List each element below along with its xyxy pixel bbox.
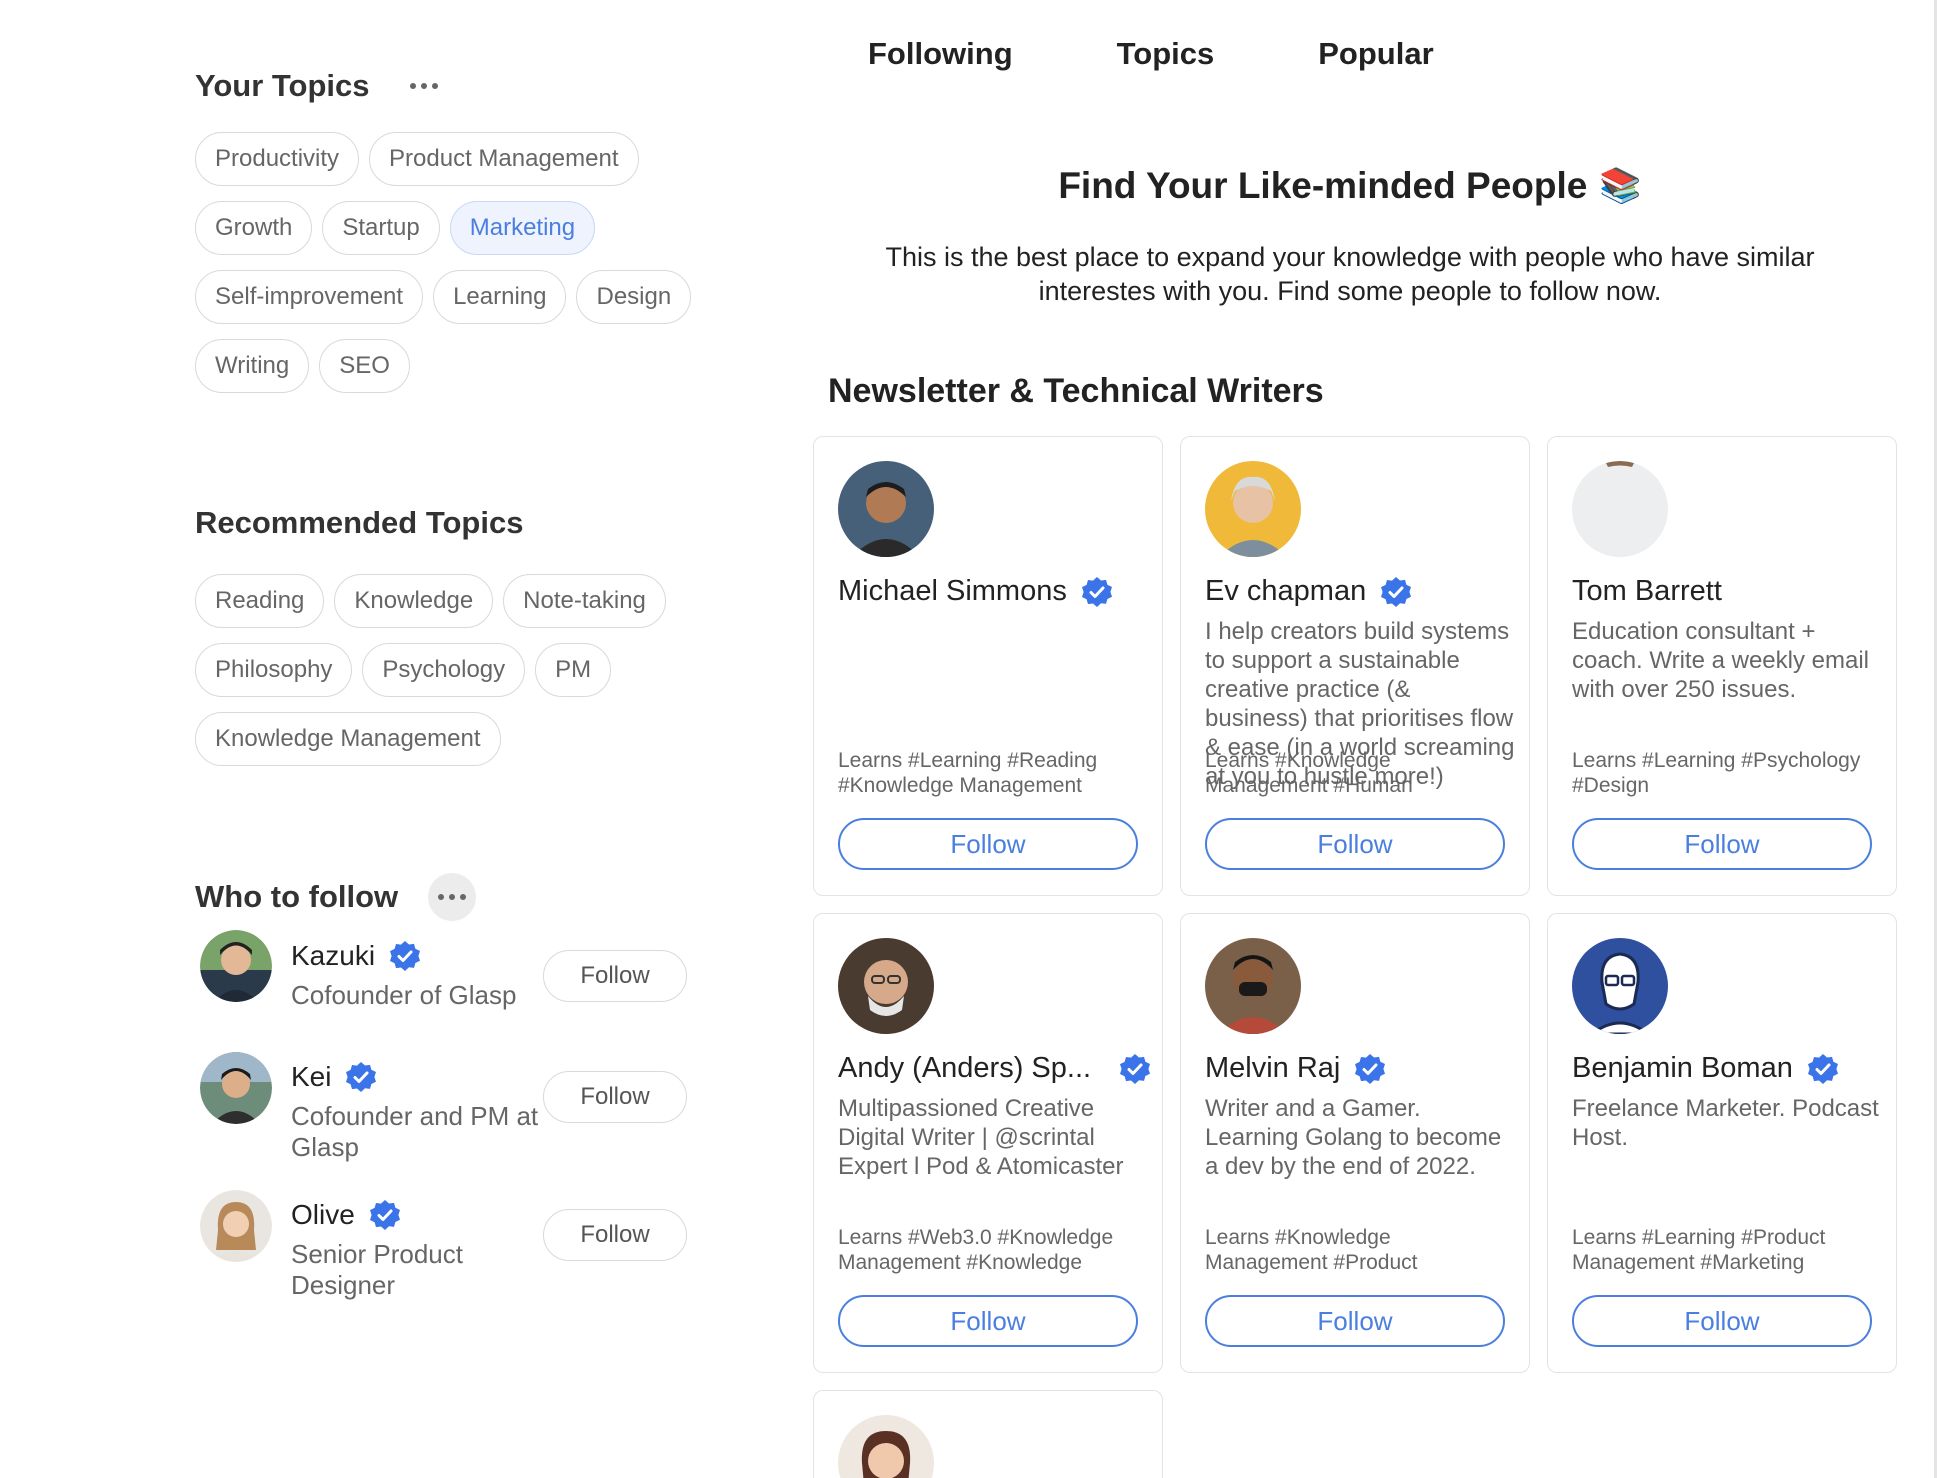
your-topics-title: Your Topics bbox=[195, 68, 370, 103]
verified-badge-icon bbox=[1081, 576, 1112, 607]
topic-chip-philosophy[interactable]: Philosophy bbox=[195, 643, 353, 697]
person-description: Cofounder of Glasp bbox=[291, 980, 517, 1010]
follow-button[interactable]: Follow bbox=[543, 1071, 687, 1123]
topic-chip-writing[interactable]: Writing bbox=[195, 339, 310, 393]
list-item: Kazuki Cofounder of Glasp Follow bbox=[195, 930, 715, 1066]
avatar[interactable] bbox=[1205, 461, 1301, 557]
card-learns: Learns #Learning #Psychology #Design bbox=[1572, 749, 1861, 797]
card-name[interactable]: Andy (Anders) Sp... bbox=[838, 1052, 1151, 1085]
topic-chip-pm[interactable]: PM bbox=[535, 643, 612, 697]
recommended-topics-chips: Reading Knowledge Note-taking Philosophy… bbox=[195, 574, 715, 766]
user-card-michael-simmons[interactable]: Michael Simmons Learns #Learning #Readin… bbox=[813, 436, 1163, 896]
card-learns: Learns #Web3.0 #Knowledge Management #Kn… bbox=[838, 1226, 1114, 1274]
person-description: Cofounder and PM at Glasp bbox=[291, 1101, 539, 1162]
user-card-partial[interactable] bbox=[813, 1390, 1163, 1478]
page-title: Find Your Like-minded People 📚 bbox=[1058, 165, 1642, 206]
topic-chip-knowledge[interactable]: Knowledge bbox=[334, 574, 494, 628]
tab-popular[interactable]: Popular bbox=[1318, 36, 1433, 72]
follow-button[interactable]: Follow bbox=[1205, 818, 1505, 870]
topic-chip-product-management[interactable]: Product Management bbox=[369, 132, 639, 186]
topic-chip-reading[interactable]: Reading bbox=[195, 574, 325, 628]
follow-button[interactable]: Follow bbox=[1205, 1295, 1505, 1347]
follow-button[interactable]: Follow bbox=[1572, 1295, 1872, 1347]
card-name[interactable]: Melvin Raj bbox=[1205, 1052, 1386, 1085]
recommended-topics-header: Recommended Topics bbox=[195, 505, 523, 541]
topic-chip-note-taking[interactable]: Note-taking bbox=[503, 574, 666, 628]
user-card-andy-anders[interactable]: Andy (Anders) Sp... Multipassioned Creat… bbox=[813, 913, 1163, 1373]
follow-button[interactable]: Follow bbox=[543, 1209, 687, 1261]
more-options-icon[interactable] bbox=[428, 873, 477, 921]
card-learns: Learns #Knowledge Management #Human bbox=[1205, 749, 1413, 797]
avatar[interactable] bbox=[838, 461, 934, 557]
your-topics-chips: Productivity Product Management Growth S… bbox=[195, 132, 715, 393]
topic-chip-growth[interactable]: Growth bbox=[195, 201, 313, 255]
verified-badge-icon bbox=[369, 1200, 400, 1230]
verified-badge-icon bbox=[1807, 1053, 1838, 1084]
avatar[interactable] bbox=[838, 1415, 934, 1478]
person-name[interactable]: Kei bbox=[291, 1061, 377, 1093]
card-bio: Multipassioned Creative Digital Writer |… bbox=[838, 1095, 1124, 1180]
follow-button[interactable]: Follow bbox=[838, 818, 1138, 870]
person-description: Senior Product Designer bbox=[291, 1239, 463, 1300]
who-to-follow-list: Kazuki Cofounder of Glasp Follow Kei Cof… bbox=[195, 930, 715, 1338]
topic-chip-marketing[interactable]: Marketing bbox=[449, 201, 596, 255]
topic-chip-learning[interactable]: Learning bbox=[433, 270, 567, 324]
topic-chip-design[interactable]: Design bbox=[576, 270, 692, 324]
verified-badge-icon bbox=[390, 941, 421, 971]
list-item: Kei Cofounder and PM at Glasp Follow bbox=[195, 1052, 715, 1202]
avatar[interactable] bbox=[200, 1190, 272, 1262]
books-icon: 📚 bbox=[1599, 167, 1642, 205]
topic-chip-productivity[interactable]: Productivity bbox=[195, 132, 360, 186]
avatar[interactable] bbox=[838, 938, 934, 1034]
card-name[interactable]: Michael Simmons bbox=[838, 575, 1113, 608]
card-bio: Education consultant + coach. Write a we… bbox=[1572, 618, 1869, 703]
card-learns: Learns #Learning #Reading #Knowledge Man… bbox=[838, 749, 1098, 797]
card-bio: Writer and a Gamer. Learning Golang to b… bbox=[1205, 1095, 1502, 1180]
tab-topics[interactable]: Topics bbox=[1117, 36, 1215, 72]
page-subtitle: This is the best place to expand your kn… bbox=[885, 242, 1815, 306]
follow-button[interactable]: Follow bbox=[543, 950, 687, 1002]
user-card-melvin-raj[interactable]: Melvin Raj Writer and a Gamer. Learning … bbox=[1180, 913, 1530, 1373]
verified-badge-icon bbox=[1355, 1053, 1386, 1084]
more-options-icon[interactable] bbox=[400, 62, 448, 110]
list-item: Olive Senior Product Designer Follow bbox=[195, 1190, 715, 1338]
topic-chip-psychology[interactable]: Psychology bbox=[362, 643, 526, 697]
user-card-tom-barrett[interactable]: Tom Barrett Education consultant + coach… bbox=[1547, 436, 1897, 896]
avatar[interactable] bbox=[1205, 938, 1301, 1034]
topic-chip-knowledge-management[interactable]: Knowledge Management bbox=[195, 712, 501, 766]
user-card-benjamin-boman[interactable]: Benjamin Boman Freelance Marketer. Podca… bbox=[1547, 913, 1897, 1373]
card-learns: Learns #Learning #Product Management #Ma… bbox=[1572, 1226, 1826, 1274]
avatar[interactable] bbox=[200, 1052, 272, 1124]
topic-chip-startup[interactable]: Startup bbox=[322, 201, 440, 255]
user-card-ev-chapman[interactable]: Ev chapman I help creators build systems… bbox=[1180, 436, 1530, 896]
follow-button[interactable]: Follow bbox=[838, 1295, 1138, 1347]
avatar[interactable] bbox=[1572, 461, 1668, 557]
verified-badge-icon bbox=[346, 1062, 377, 1092]
card-learns: Learns #Knowledge Management #Product bbox=[1205, 1226, 1418, 1274]
card-name[interactable]: Ev chapman bbox=[1205, 575, 1412, 608]
card-name[interactable]: Benjamin Boman bbox=[1572, 1052, 1839, 1085]
avatar[interactable] bbox=[1572, 938, 1668, 1034]
avatar[interactable] bbox=[200, 930, 272, 1002]
tab-following[interactable]: Following bbox=[868, 36, 1013, 72]
section-title: Newsletter & Technical Writers bbox=[828, 372, 1324, 410]
your-topics-header: Your Topics bbox=[195, 62, 448, 110]
main-tabs: Following Topics Popular bbox=[868, 36, 1434, 72]
topic-chip-seo[interactable]: SEO bbox=[319, 339, 410, 393]
topic-chip-self-improvement[interactable]: Self-improvement bbox=[195, 270, 424, 324]
recommended-topics-title: Recommended Topics bbox=[195, 505, 524, 540]
verified-badge-icon bbox=[1120, 1053, 1151, 1084]
who-to-follow-header: Who to follow bbox=[195, 873, 477, 921]
page-scrollbar[interactable] bbox=[1934, 0, 1937, 1478]
who-to-follow-title: Who to follow bbox=[195, 879, 399, 914]
person-name[interactable]: Kazuki bbox=[291, 940, 421, 972]
follow-button[interactable]: Follow bbox=[1572, 818, 1872, 870]
card-bio: Freelance Marketer. Podcast Host. bbox=[1572, 1095, 1879, 1151]
card-name[interactable]: Tom Barrett bbox=[1572, 575, 1722, 608]
verified-badge-icon bbox=[1381, 576, 1412, 607]
person-name[interactable]: Olive bbox=[291, 1199, 401, 1231]
